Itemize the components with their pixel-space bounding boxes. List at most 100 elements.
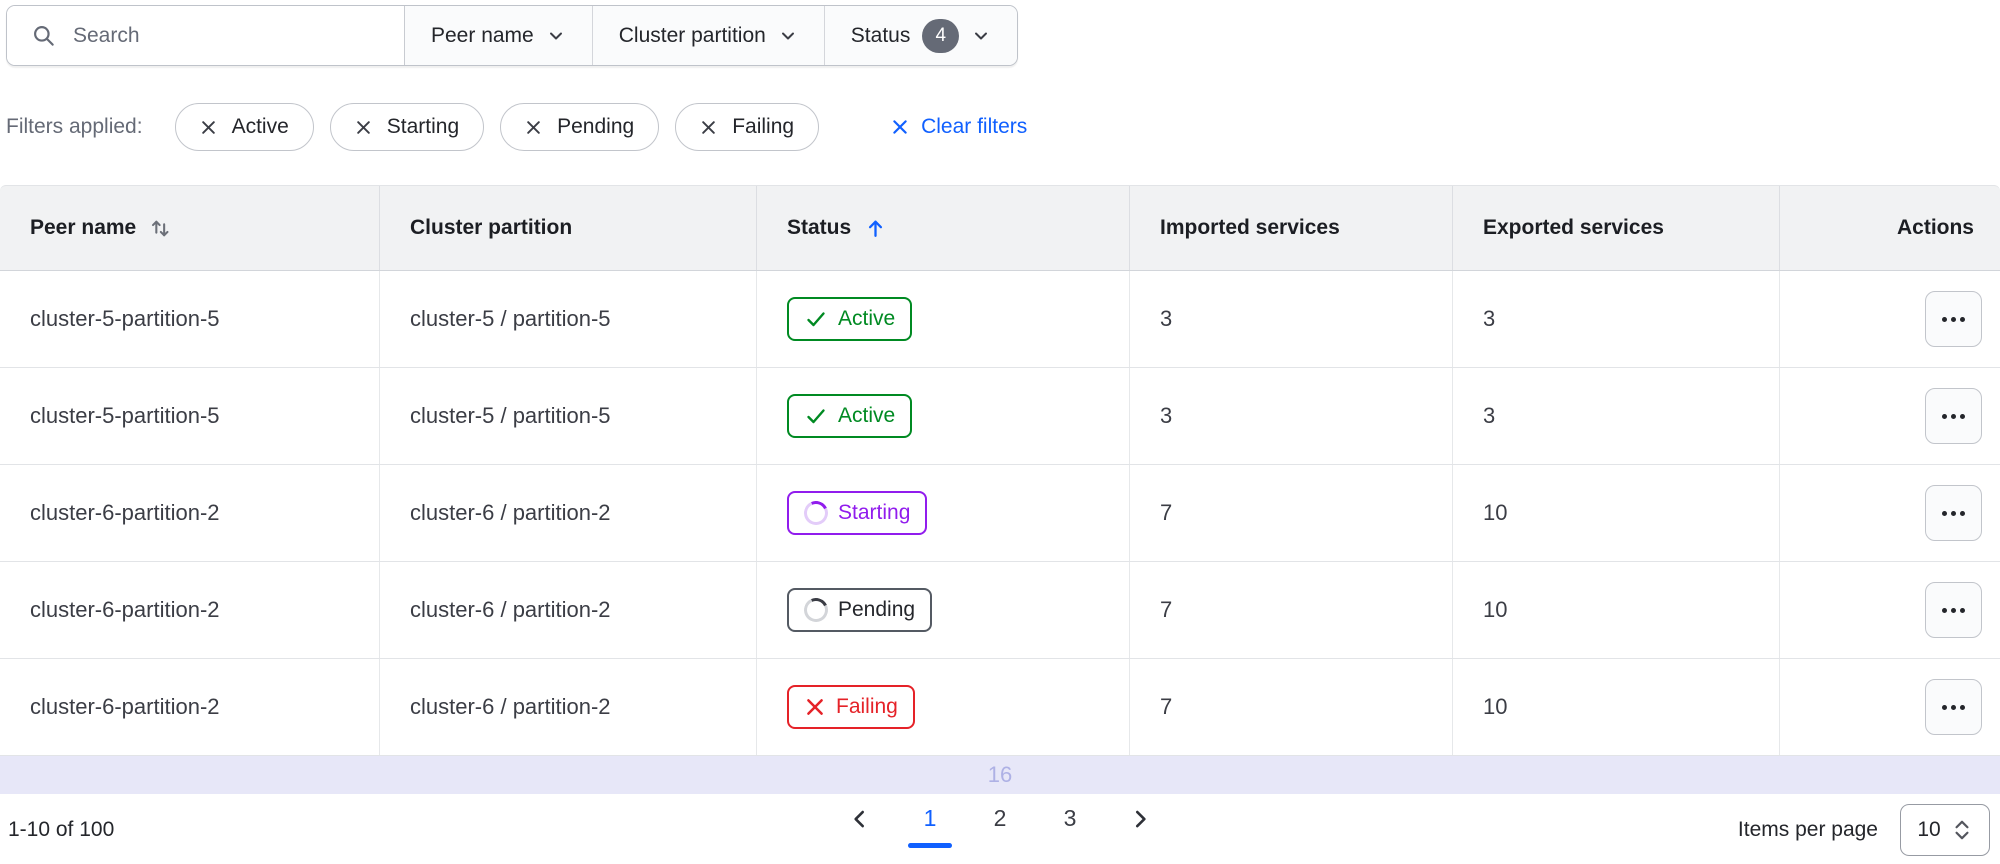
status-cell: Active [757, 271, 1130, 367]
column-label: Cluster partition [410, 216, 573, 239]
exported-services-cell: 3 [1453, 368, 1780, 464]
peer-name-cell: cluster-5-partition-5 [0, 271, 380, 367]
search-box[interactable] [7, 6, 405, 65]
actions-cell [1780, 368, 2000, 464]
column-label: Exported services [1483, 216, 1664, 239]
chevron-down-icon [546, 26, 566, 46]
peer-name-cell: cluster-6-partition-2 [0, 465, 380, 561]
overflow-indicator-bar: 16 [0, 756, 2000, 794]
filter-chip-pending[interactable]: Pending [500, 103, 660, 151]
status-badge-failing: Failing [787, 685, 915, 729]
filters-applied-label: Filters applied: [6, 115, 143, 138]
ellipsis-icon [1942, 316, 1965, 322]
status-badge-active: Active [787, 297, 913, 341]
filter-chip-active[interactable]: Active [174, 103, 314, 151]
column-header-exported-services: Exported services [1453, 186, 1780, 270]
row-actions-button[interactable] [1925, 485, 1982, 541]
page-button-2[interactable]: 2 [985, 805, 1015, 848]
row-actions-button[interactable] [1925, 679, 1982, 735]
search-filter-bar: Peer name Cluster partition Status 4 [6, 5, 1019, 66]
filter-chip-failing[interactable]: Failing [675, 103, 820, 151]
current-page-underline [908, 843, 952, 849]
exported-services-cell: 3 [1453, 271, 1780, 367]
sort-icon [148, 216, 173, 241]
loading-spinner-icon [800, 594, 832, 626]
exported-services-cell: 10 [1453, 465, 1780, 561]
row-actions-button[interactable] [1925, 291, 1982, 347]
column-label: Actions [1896, 216, 1974, 239]
ellipsis-icon [1942, 510, 1965, 516]
stepper-chevrons-icon [1951, 818, 1973, 842]
pager: 1 2 3 [845, 805, 1155, 849]
table-body: cluster-5-partition-5 cluster-5 / partit… [0, 271, 2000, 756]
table-row: cluster-5-partition-5 cluster-5 / partit… [0, 271, 2000, 368]
column-header-actions: Actions [1780, 186, 2000, 270]
close-icon [200, 119, 217, 136]
status-cell: Pending [757, 562, 1130, 658]
chevron-down-icon [778, 26, 798, 46]
next-page-button[interactable] [1125, 806, 1155, 848]
status-label: Pending [838, 598, 916, 621]
status-cell: Starting [757, 465, 1130, 561]
status-label: Active [838, 404, 896, 427]
items-per-page-label: Items per page [1737, 818, 1878, 841]
status-badge-active: Active [787, 394, 913, 438]
imported-services-cell: 3 [1130, 368, 1453, 464]
imported-services-cell: 7 [1130, 465, 1453, 561]
status-filter-dropdown[interactable]: Status 4 [824, 6, 1018, 65]
page-button-1[interactable]: 1 [908, 805, 952, 849]
filter-chip-label: Active [231, 115, 289, 138]
table-row: cluster-6-partition-2 cluster-6 / partit… [0, 659, 2000, 756]
results-range-text: 1-10 of 100 [8, 818, 115, 841]
status-label: Active [838, 307, 896, 330]
row-actions-button[interactable] [1925, 582, 1982, 638]
cluster-partition-cell: cluster-5 / partition-5 [380, 271, 757, 367]
ellipsis-icon [1942, 704, 1965, 710]
previous-page-button[interactable] [845, 806, 875, 848]
peer-name-filter-dropdown[interactable]: Peer name [405, 6, 593, 65]
status-label: Starting [838, 501, 911, 524]
items-per-page: Items per page 10 [1738, 804, 1990, 856]
exported-services-cell: 10 [1453, 659, 1780, 755]
filter-chip-starting[interactable]: Starting [329, 103, 485, 151]
check-icon [804, 307, 828, 331]
cluster-partition-cell: cluster-5 / partition-5 [380, 368, 757, 464]
page-button-3[interactable]: 3 [1055, 805, 1085, 848]
cluster-partition-filter-dropdown[interactable]: Cluster partition [592, 6, 825, 65]
imported-services-cell: 7 [1130, 659, 1453, 755]
table-row: cluster-6-partition-2 cluster-6 / partit… [0, 562, 2000, 659]
exported-services-cell: 10 [1453, 562, 1780, 658]
column-label: Status [787, 216, 852, 239]
column-header-status[interactable]: Status [757, 186, 1130, 270]
items-per-page-select[interactable]: 10 [1900, 804, 1990, 856]
close-icon [355, 119, 372, 136]
cluster-partition-cell: cluster-6 / partition-2 [380, 659, 757, 755]
column-header-imported-services: Imported services [1130, 186, 1453, 270]
row-actions-button[interactable] [1925, 388, 1982, 444]
chevron-left-icon [847, 806, 873, 832]
check-icon [804, 404, 828, 428]
chevron-right-icon [1127, 806, 1153, 832]
table-row: cluster-6-partition-2 cluster-6 / partit… [0, 465, 2000, 562]
overflow-count: 16 [987, 762, 1013, 787]
column-label: Imported services [1160, 216, 1340, 239]
status-badge-pending: Pending [787, 588, 933, 632]
column-header-peer-name[interactable]: Peer name [0, 186, 380, 270]
status-badge-starting: Starting [787, 491, 928, 535]
peer-name-cell: cluster-5-partition-5 [0, 368, 380, 464]
applied-filters-row: Filters applied: Active Starting Pending… [6, 103, 2000, 151]
status-cell: Failing [757, 659, 1130, 755]
status-label: Failing [836, 695, 898, 718]
status-filter-label: Status [850, 23, 911, 47]
loading-spinner-icon [800, 497, 832, 529]
page-number: 3 [1063, 805, 1077, 832]
clear-filters-button[interactable]: Clear filters [891, 115, 1027, 139]
status-cell: Active [757, 368, 1130, 464]
cluster-partition-filter-label: Cluster partition [618, 23, 766, 47]
actions-cell [1780, 562, 2000, 658]
table-row: cluster-5-partition-5 cluster-5 / partit… [0, 368, 2000, 465]
search-input[interactable] [73, 23, 384, 48]
actions-cell [1780, 271, 2000, 367]
column-label: Peer name [30, 216, 137, 239]
close-icon [525, 119, 542, 136]
